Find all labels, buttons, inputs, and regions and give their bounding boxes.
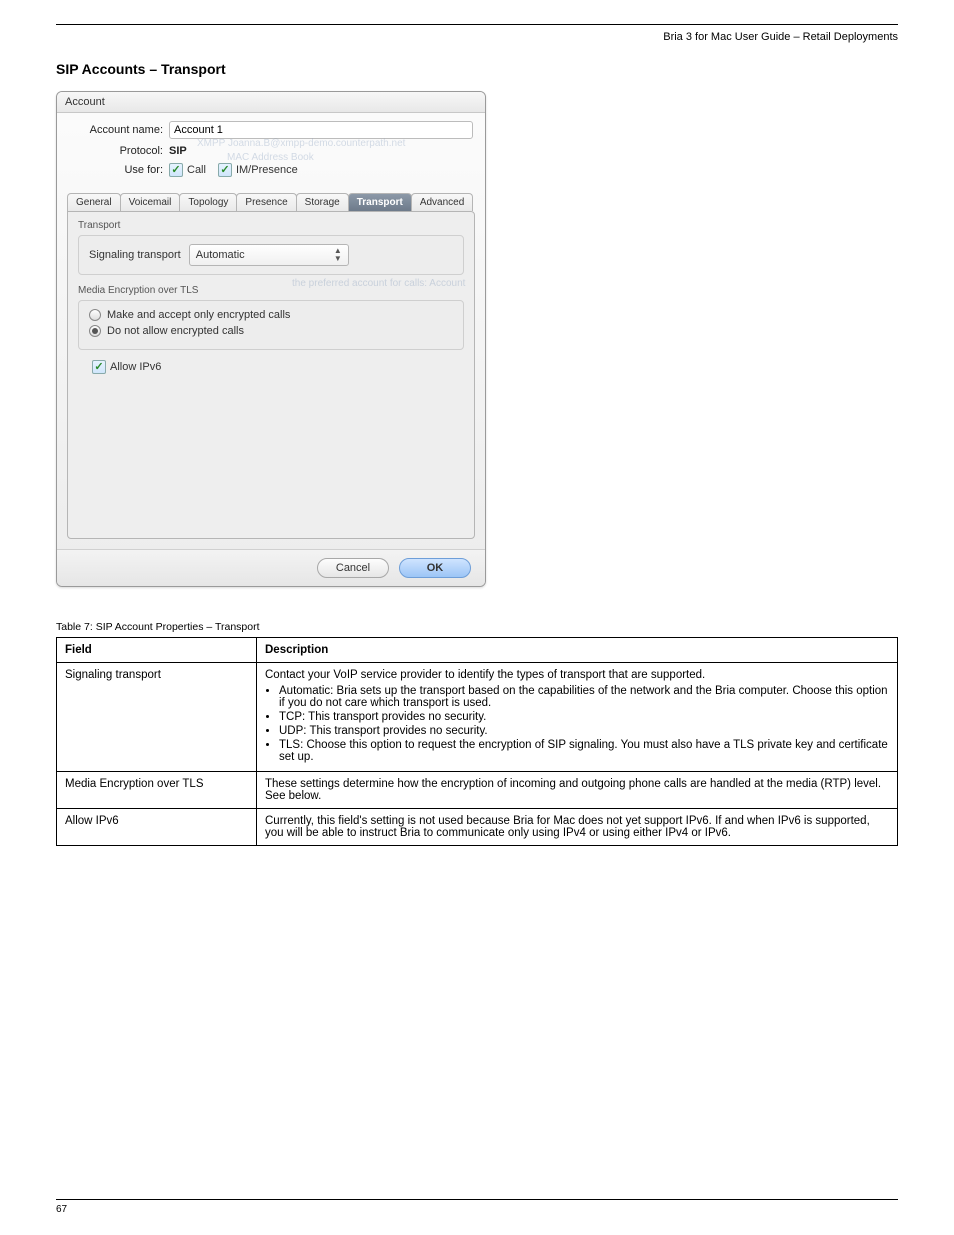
section-title: SIP Accounts – Transport <box>56 61 898 77</box>
allow-ipv6-checkbox[interactable] <box>92 360 106 374</box>
radio-encrypted-only-label: Make and accept only encrypted calls <box>107 309 290 321</box>
radio-encrypted-only[interactable] <box>89 309 101 321</box>
screenshot-account-transport: XMPP Joanna.B@xmpp-demo.counterpath.net … <box>56 91 486 587</box>
cell-desc: Contact your VoIP service provider to id… <box>257 663 898 772</box>
tab-pane-transport: Transport Signaling transport Automatic … <box>67 211 475 539</box>
cancel-button[interactable]: Cancel <box>317 558 389 578</box>
radio-no-encrypted[interactable] <box>89 325 101 337</box>
table-row: Media Encryption over TLS These settings… <box>57 772 898 809</box>
tab-bar: General Voicemail Topology Presence Stor… <box>67 193 475 211</box>
allow-ipv6-label: Allow IPv6 <box>110 361 161 373</box>
tab-general[interactable]: General <box>67 193 121 211</box>
th-desc: Description <box>257 638 898 663</box>
use-for-call-checkbox[interactable] <box>169 163 183 177</box>
cell-field: Allow IPv6 <box>57 809 257 846</box>
ok-button[interactable]: OK <box>399 558 471 578</box>
tab-storage[interactable]: Storage <box>296 193 349 211</box>
radio-no-encrypted-label: Do not allow encrypted calls <box>107 325 244 337</box>
window-title: Account <box>57 92 485 113</box>
account-name-input[interactable] <box>169 121 473 139</box>
tab-transport[interactable]: Transport <box>348 193 412 211</box>
table-caption: Table 7: SIP Account Properties – Transp… <box>56 621 898 633</box>
use-for-im-label: IM/Presence <box>236 164 298 176</box>
cell-field: Signaling transport <box>57 663 257 772</box>
th-field: Field <box>57 638 257 663</box>
properties-table: Field Description Signaling transport Co… <box>56 637 898 846</box>
group-media-label: Media Encryption over TLS <box>78 285 464 296</box>
use-for-call-label: Call <box>187 164 206 176</box>
chevron-updown-icon: ▲▼ <box>334 247 342 263</box>
use-for-im-checkbox[interactable] <box>218 163 232 177</box>
tab-advanced[interactable]: Advanced <box>411 193 473 211</box>
tab-topology[interactable]: Topology <box>179 193 237 211</box>
protocol-value: SIP <box>169 145 187 157</box>
cell-desc: Currently, this field's setting is not u… <box>257 809 898 846</box>
cell-field: Media Encryption over TLS <box>57 772 257 809</box>
account-name-label: Account name: <box>69 124 163 136</box>
tab-presence[interactable]: Presence <box>236 193 296 211</box>
table-row: Allow IPv6 Currently, this field's setti… <box>57 809 898 846</box>
signaling-transport-value: Automatic <box>196 249 245 261</box>
group-transport-label: Transport <box>78 220 464 231</box>
cell-desc: These settings determine how the encrypt… <box>257 772 898 809</box>
signaling-transport-label: Signaling transport <box>89 249 181 261</box>
protocol-label: Protocol: <box>69 145 163 157</box>
tab-voicemail[interactable]: Voicemail <box>120 193 181 211</box>
page-footer: 67 <box>56 1199 898 1215</box>
table-row: Signaling transport Contact your VoIP se… <box>57 663 898 772</box>
signaling-transport-select[interactable]: Automatic ▲▼ <box>189 244 349 266</box>
page-number: 67 <box>56 1204 67 1215</box>
use-for-label: Use for: <box>69 164 163 176</box>
page-header-right: Bria 3 for Mac User Guide – Retail Deplo… <box>56 31 898 43</box>
